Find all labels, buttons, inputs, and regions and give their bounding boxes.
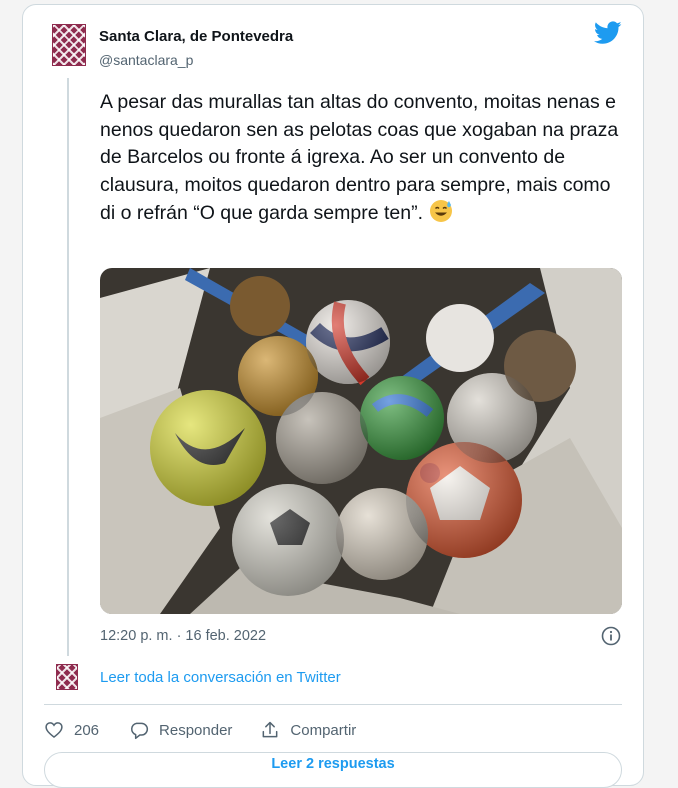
conversation-avatar bbox=[56, 664, 78, 690]
read-replies-button[interactable]: Leer 2 respuestas bbox=[44, 752, 622, 788]
reply-button[interactable]: Responder bbox=[129, 720, 232, 740]
share-button[interactable]: Compartir bbox=[260, 720, 356, 740]
heart-icon bbox=[45, 722, 63, 739]
share-label: Compartir bbox=[290, 721, 357, 739]
thread-line bbox=[67, 78, 69, 656]
share-icon bbox=[263, 721, 278, 738]
like-button[interactable]: 206 bbox=[44, 720, 99, 740]
sweat-smile-emoji bbox=[430, 200, 452, 222]
reply-label: Responder bbox=[159, 721, 233, 739]
info-icon[interactable] bbox=[601, 626, 621, 646]
action-bar: 206 Responder Compartir bbox=[44, 717, 356, 743]
tweet-timestamp[interactable]: 12:20 p. m. · 16 feb. 2022 bbox=[100, 628, 266, 644]
reply-icon bbox=[131, 722, 149, 740]
author-handle[interactable]: @santaclara_p bbox=[99, 52, 193, 68]
twitter-bird-icon[interactable] bbox=[594, 21, 622, 45]
author-avatar[interactable] bbox=[52, 24, 86, 66]
tweet-body: A pesar das murallas tan altas do conven… bbox=[100, 91, 619, 224]
read-conversation-link[interactable]: Leer toda la conversación en Twitter bbox=[100, 669, 341, 686]
like-count: 206 bbox=[74, 721, 100, 739]
footballs-in-bag-image bbox=[100, 268, 622, 614]
tweet-text: A pesar das murallas tan altas do conven… bbox=[100, 89, 620, 228]
divider bbox=[44, 704, 622, 705]
tweet-photo[interactable] bbox=[100, 268, 622, 614]
author-name[interactable]: Santa Clara, de Pontevedra bbox=[99, 28, 293, 45]
